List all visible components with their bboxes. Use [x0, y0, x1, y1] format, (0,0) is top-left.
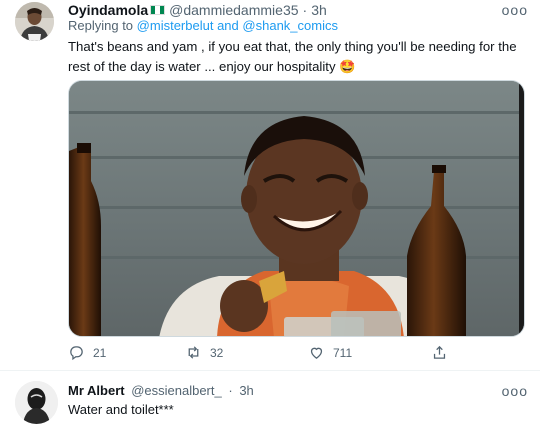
reply-text: Water and toilet*** — [68, 402, 174, 417]
replying-to: Replying to @misterbelut and @shank_comi… — [68, 18, 338, 33]
retweet-count: 32 — [210, 345, 224, 360]
and-label: and — [217, 18, 239, 33]
share-button[interactable] — [431, 344, 448, 361]
separator-dot: · — [302, 2, 308, 18]
reply-timestamp[interactable]: 3h — [239, 383, 253, 398]
share-icon — [433, 345, 446, 359]
author-handle[interactable]: @dammiedammie35 — [169, 2, 298, 18]
reply-header: Mr Albert @essienalbert_ · 3h — [68, 383, 254, 398]
author-avatar[interactable] — [15, 2, 54, 41]
reply-author-handle[interactable]: @essienalbert_ — [131, 383, 222, 398]
reply-button[interactable]: 21 — [68, 344, 106, 361]
tweet-text: That's beans and yam , if you eat that, … — [68, 37, 518, 77]
retweet-icon — [188, 346, 199, 359]
tweet-timestamp[interactable]: 3h — [311, 2, 327, 18]
tweet: Oyindamola @dammiedammie35 · 3h ooo Repl… — [0, 0, 540, 370]
tweet-actions: 21 32 711 — [68, 344, 468, 364]
tweet-divider — [0, 370, 540, 371]
star-struck-emoji: 🤩 — [339, 59, 356, 74]
retweet-button[interactable]: 32 — [185, 344, 223, 361]
mention-link[interactable]: @misterbelut — [137, 18, 214, 33]
laughing-boy-image — [69, 81, 524, 336]
reply-count: 21 — [93, 345, 107, 360]
tweet-media-image[interactable] — [68, 80, 525, 337]
more-options-icon[interactable]: ooo — [502, 384, 528, 398]
like-count: 711 — [333, 345, 353, 360]
like-button[interactable]: 711 — [308, 344, 352, 361]
reply-author-name[interactable]: Mr Albert — [68, 383, 125, 398]
reply-icon — [70, 346, 83, 361]
more-options-icon[interactable]: ooo — [502, 3, 528, 17]
reply-author-avatar[interactable] — [15, 381, 58, 424]
nigeria-flag-icon — [150, 5, 166, 15]
mention-link[interactable]: @shank_comics — [242, 18, 338, 33]
author-name[interactable]: Oyindamola — [68, 2, 148, 18]
separator-dot: · — [228, 383, 233, 398]
heart-icon — [310, 347, 323, 359]
tweet-header: Oyindamola @dammiedammie35 · 3h — [68, 2, 327, 18]
replying-to-label: Replying to — [68, 18, 134, 33]
tweet-text-content: That's beans and yam , if you eat that, … — [68, 39, 517, 74]
